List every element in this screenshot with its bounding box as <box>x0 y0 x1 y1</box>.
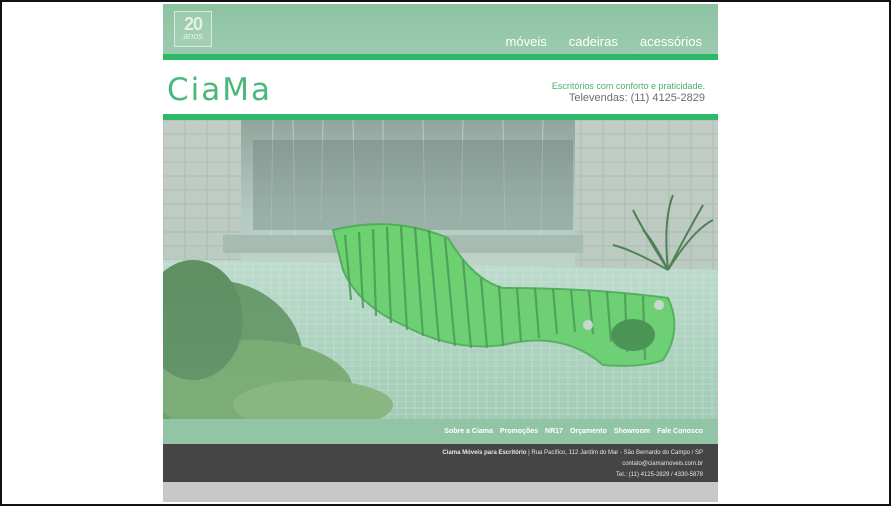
company-address: | Rua Pacífico, 112 Jardim do Mar - São … <box>526 450 703 456</box>
tagline-block: Escritórios com conforto e praticidade. … <box>552 81 705 104</box>
anniversary-badge: 20 anos <box>174 11 212 47</box>
footer-link-promocoes[interactable]: Promoções <box>500 428 538 435</box>
footer-link-orcamento[interactable]: Orçamento <box>570 428 607 435</box>
lounge-chair-photo-icon <box>163 120 718 419</box>
top-bar: 20 anos móveis cadeiras acessórios <box>163 4 718 54</box>
main-nav: móveis cadeiras acessórios <box>506 34 702 49</box>
phone: Televendas: (11) 4125-2829 <box>568 92 705 104</box>
nav-cadeiras[interactable]: cadeiras <box>569 34 618 49</box>
page: 20 anos móveis cadeiras acessórios CiaMa… <box>163 4 718 502</box>
hero-image <box>163 120 718 419</box>
footer-bottom <box>163 482 718 502</box>
logo[interactable]: CiaMa <box>167 72 272 108</box>
badge-sub: anos <box>183 31 203 41</box>
nav-moveis[interactable]: móveis <box>506 34 547 49</box>
footer-nav: Sobre a Ciama Promoções NR17 Orçamento S… <box>163 419 718 444</box>
footer-link-nr17[interactable]: NR17 <box>545 428 563 435</box>
footer-email[interactable]: contato@ciamamoveis.com.br <box>163 459 703 470</box>
tagline: Escritórios com conforto e praticidade. <box>551 81 705 91</box>
footer-address-line: Ciama Móveis para Escritório | Rua Pacíf… <box>163 448 703 459</box>
footer-link-sobre[interactable]: Sobre a Ciama <box>444 428 493 435</box>
divider-top <box>163 54 718 60</box>
footer-phones: Tel.: (11) 4125-2829 / 4330-5878 <box>616 472 703 478</box>
nav-acessorios[interactable]: acessórios <box>640 34 702 49</box>
footer-link-fale-conosco[interactable]: Fale Conosco <box>657 428 703 435</box>
footer-link-showroom[interactable]: Showroom <box>614 428 650 435</box>
footer-info: Ciama Móveis para Escritório | Rua Pacíf… <box>163 444 718 482</box>
company-name: Ciama Móveis para Escritório <box>442 450 527 456</box>
